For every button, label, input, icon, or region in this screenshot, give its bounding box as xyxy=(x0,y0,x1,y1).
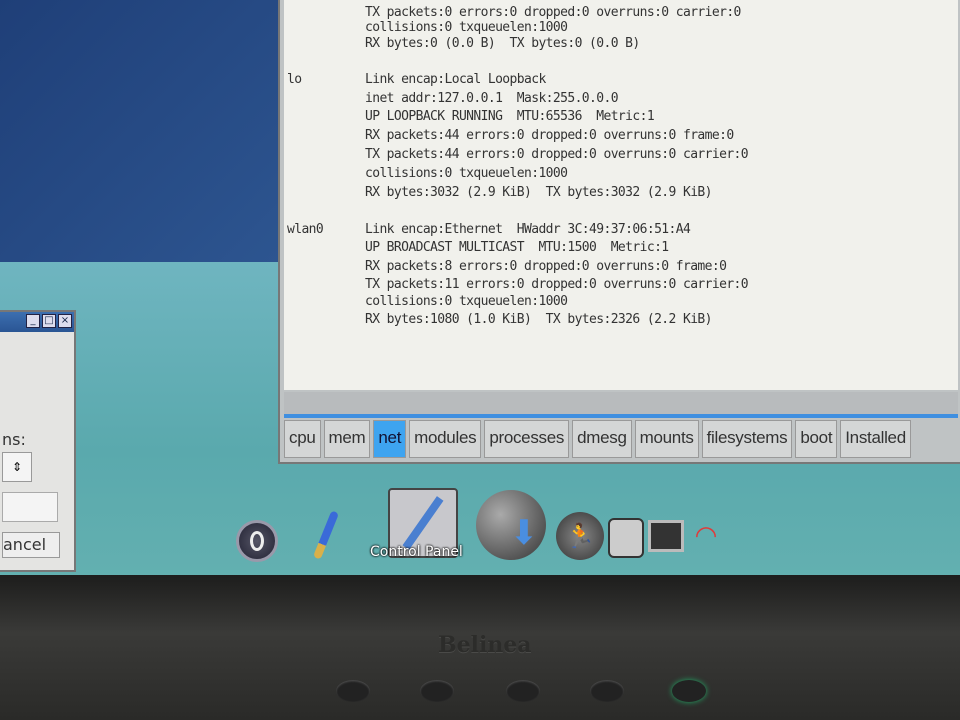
dock-tooltip: Control Panel xyxy=(370,544,463,560)
monitor-icon[interactable] xyxy=(648,520,684,552)
system-info-window: TX packets:0 errors:0 dropped:0 overruns… xyxy=(278,0,960,464)
tab-dmesg[interactable]: dmesg xyxy=(572,420,632,458)
terminal-line: RX bytes:3032 (2.9 KiB) TX bytes:3032 (2… xyxy=(365,185,712,200)
tab-mounts[interactable]: mounts xyxy=(634,420,699,458)
text-field[interactable] xyxy=(2,492,58,522)
dialog-window: _ □ × ns: ⇕ ancel xyxy=(0,310,76,572)
dialog-titlebar[interactable]: _ □ × xyxy=(0,312,74,332)
monitor-brand-logo: Belinea xyxy=(438,632,532,658)
monitor-button xyxy=(420,680,454,702)
background-window xyxy=(0,0,278,262)
cancel-button[interactable]: ancel xyxy=(2,532,60,558)
running-man-icon[interactable]: 🏃 xyxy=(556,512,604,560)
close-icon[interactable]: × xyxy=(58,314,72,328)
maximize-icon[interactable]: □ xyxy=(42,314,56,328)
monitor-button xyxy=(590,680,624,702)
terminal-line: inet addr:127.0.0.1 Mask:255.0.0.0 xyxy=(365,91,619,106)
tab-filesystems[interactable]: filesystems xyxy=(701,420,793,458)
terminal-line: RX bytes:1080 (1.0 KiB) TX bytes:2326 (2… xyxy=(365,312,712,327)
wifi-icon[interactable]: ◠ xyxy=(688,516,724,556)
terminal-line: collisions:0 txqueuelen:1000 xyxy=(365,20,568,35)
terminal-line: Link encap:Local Loopback xyxy=(365,72,546,87)
tab-bar-divider xyxy=(284,414,958,418)
monitor-bezel: Belinea xyxy=(0,575,960,720)
monitor-button xyxy=(336,680,370,702)
tab-bar: cpu mem net modules processes dmesg mounts file… xyxy=(284,420,958,458)
install-download-icon[interactable]: ⬇ xyxy=(476,490,546,560)
spin-button[interactable]: ⇕ xyxy=(2,452,32,482)
tab-net[interactable]: net xyxy=(373,420,407,458)
dialog-label: ns: xyxy=(2,430,26,449)
terminal-line: collisions:0 txqueuelen:1000 xyxy=(365,166,568,181)
minimize-icon[interactable]: _ xyxy=(26,314,40,328)
terminal-line: RX packets:44 errors:0 dropped:0 overrun… xyxy=(365,128,734,143)
monitor-button xyxy=(506,680,540,702)
terminal-line: RX bytes:0 (0.0 B) TX bytes:0 (0.0 B) xyxy=(365,36,640,51)
interface-name: wlan0 xyxy=(287,222,324,237)
monitor-power-button xyxy=(672,680,706,702)
terminal-line: UP BROADCAST MULTICAST MTU:1500 Metric:1 xyxy=(365,240,669,255)
drive-icon[interactable] xyxy=(608,518,644,558)
terminal-line: Link encap:Ethernet HWaddr 3C:49:37:06:5… xyxy=(365,222,691,237)
terminal-output: TX packets:0 errors:0 dropped:0 overruns… xyxy=(284,0,958,390)
terminal-line: collisions:0 txqueuelen:1000 xyxy=(365,294,568,309)
terminal-line: TX packets:11 errors:0 dropped:0 overrun… xyxy=(365,277,749,292)
terminal-line: UP LOOPBACK RUNNING MTU:65536 Metric:1 xyxy=(365,109,655,124)
tab-modules[interactable]: modules xyxy=(409,420,482,458)
interface-name: lo xyxy=(287,72,302,87)
power-icon[interactable] xyxy=(236,520,278,562)
tab-mem[interactable]: mem xyxy=(323,420,371,458)
terminal-line: TX packets:0 errors:0 dropped:0 overruns… xyxy=(365,5,741,20)
tab-cpu[interactable]: cpu xyxy=(284,420,321,458)
paintbrush-icon[interactable] xyxy=(308,508,344,562)
tab-boot[interactable]: boot xyxy=(795,420,838,458)
tab-processes[interactable]: processes xyxy=(484,420,570,458)
terminal-line: TX packets:44 errors:0 dropped:0 overrun… xyxy=(365,147,749,162)
scrollbar[interactable] xyxy=(284,392,958,414)
terminal-line: RX packets:8 errors:0 dropped:0 overruns… xyxy=(365,259,727,274)
tab-installed[interactable]: Installed xyxy=(840,420,911,458)
